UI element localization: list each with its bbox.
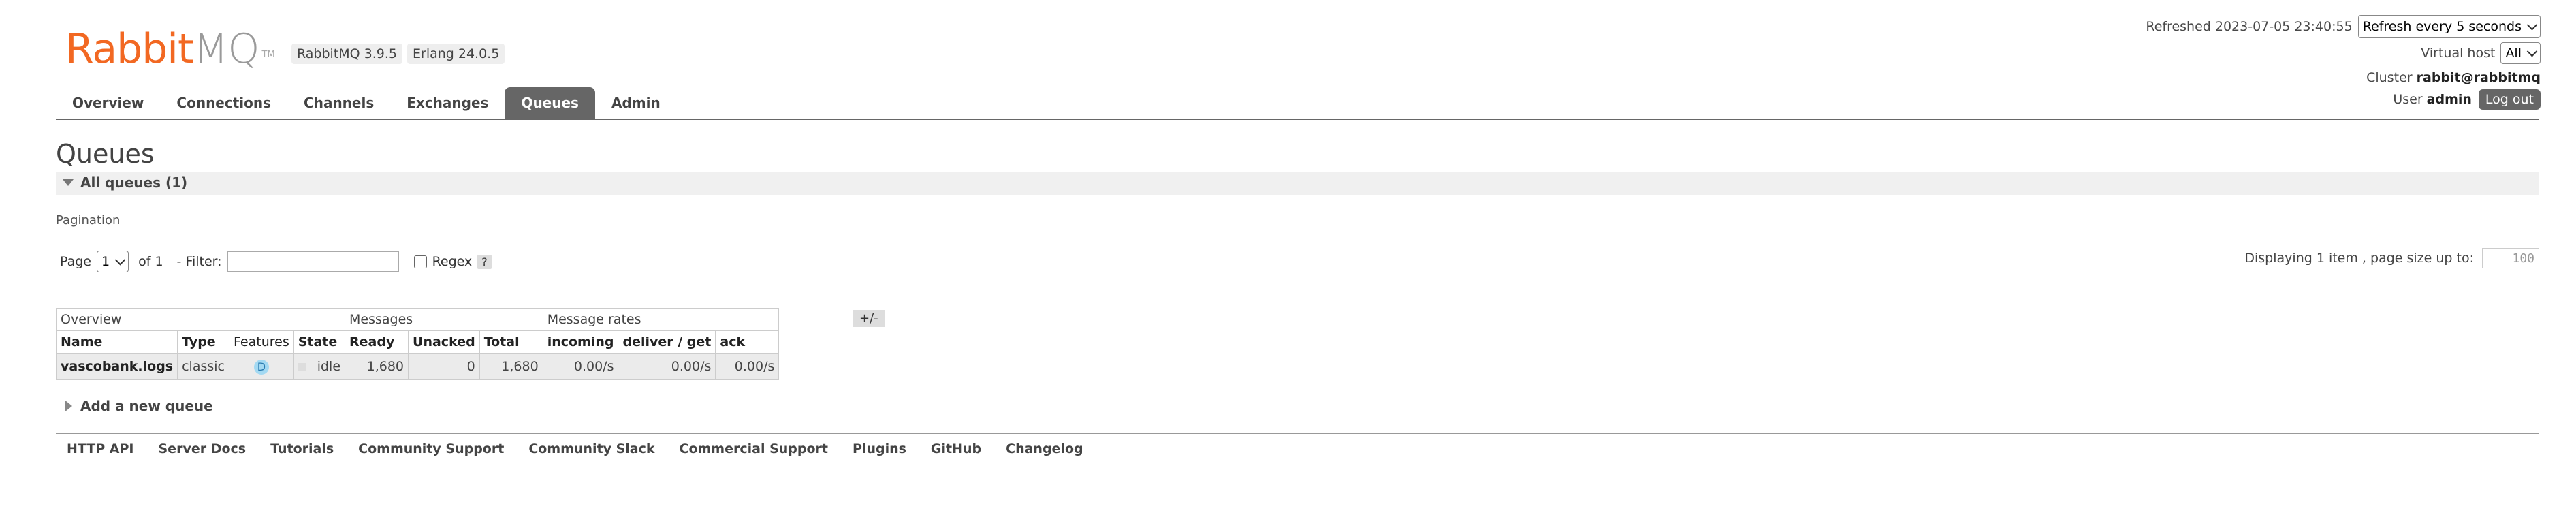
cluster-row: Cluster rabbit@rabbitmq [2366, 70, 2541, 85]
page-count: of 1 [138, 254, 163, 269]
chevron-down-icon [2526, 19, 2538, 30]
chevron-down-icon [2526, 46, 2538, 57]
col-name[interactable]: Name [55, 330, 178, 354]
footer-link-http-api[interactable]: HTTP API [67, 441, 134, 456]
refresh-interval-value: Refresh every 5 seconds [2362, 19, 2522, 34]
group-message-rates: Message rates [542, 308, 780, 331]
erlang-version-badge: Erlang 24.0.5 [407, 44, 505, 64]
table-header-row: Name Type Features State Ready Unacked T… [55, 330, 780, 354]
footer-link-github[interactable]: GitHub [931, 441, 981, 456]
tab-queues[interactable]: Queues [505, 87, 595, 119]
col-type[interactable]: Type [177, 330, 230, 354]
col-ready[interactable]: Ready [345, 330, 409, 354]
col-state[interactable]: State [293, 330, 346, 354]
virtual-host-row: Virtual host All [2421, 42, 2541, 64]
footer-divider [56, 433, 2539, 434]
virtual-host-label: Virtual host [2421, 46, 2496, 61]
page-size-input[interactable]: 100 [2482, 248, 2539, 268]
filter-input[interactable] [227, 251, 399, 272]
queue-state: idle [293, 353, 346, 380]
cluster-name: rabbit@rabbitmq [2416, 70, 2541, 85]
footer-links: HTTP API Server Docs Tutorials Community… [67, 441, 1083, 456]
tab-overview[interactable]: Overview [56, 87, 160, 119]
chevron-down-icon [114, 254, 126, 265]
page-title: Queues [56, 139, 155, 169]
cluster-label: Cluster [2366, 70, 2413, 85]
queue-name-link[interactable]: vascobank.logs [55, 353, 178, 380]
col-deliver-get[interactable]: deliver / get [618, 330, 716, 354]
logo-product: MQ [193, 25, 260, 73]
queue-features: D [229, 353, 294, 380]
table-row[interactable]: vascobank.logs classic D idle 1,680 0 1,… [55, 353, 780, 380]
refresh-interval-select[interactable]: Refresh every 5 seconds [2357, 15, 2541, 38]
virtual-host-value: All [2505, 46, 2522, 61]
pagination-label: Pagination [56, 213, 121, 228]
footer-link-community-support[interactable]: Community Support [358, 441, 504, 456]
regex-help-button[interactable]: ? [477, 254, 492, 269]
footer-link-tutorials[interactable]: Tutorials [270, 441, 334, 456]
col-unacked[interactable]: Unacked [408, 330, 480, 354]
queue-state-text: idle [317, 359, 341, 374]
footer-link-changelog[interactable]: Changelog [1006, 441, 1083, 456]
virtual-host-select[interactable]: All [2500, 42, 2541, 64]
tab-exchanges[interactable]: Exchanges [390, 87, 505, 119]
all-queues-section-toggle[interactable] [56, 172, 2539, 195]
page-select-value: 1 [101, 254, 110, 269]
filter-label: - Filter: [176, 254, 222, 269]
tab-admin[interactable]: Admin [595, 87, 677, 119]
display-count-text: Displaying 1 item , page size up to: [2244, 251, 2474, 266]
footer-link-plugins[interactable]: Plugins [853, 441, 906, 456]
group-overview: Overview [55, 308, 346, 331]
table-group-header-row: Overview Messages Message rates [55, 308, 780, 331]
tab-connections[interactable]: Connections [160, 87, 287, 119]
footer-link-community-slack[interactable]: Community Slack [528, 441, 654, 456]
col-incoming[interactable]: incoming [542, 330, 619, 354]
user-label: User [2393, 92, 2423, 107]
queues-table: Overview Messages Message rates Name Typ… [55, 308, 780, 380]
footer-link-commercial-support[interactable]: Commercial Support [680, 441, 829, 456]
queue-unacked: 0 [408, 353, 480, 380]
logo-tm: TM [261, 50, 275, 60]
col-ack[interactable]: ack [715, 330, 780, 354]
state-indicator-icon [298, 362, 306, 371]
col-features: Features [229, 330, 294, 354]
pagination-controls: Page 1 of 1 - Filter: Regex ? [60, 251, 492, 272]
durable-badge: D [253, 359, 269, 375]
group-messages: Messages [345, 308, 543, 331]
tab-channels[interactable]: Channels [287, 87, 390, 119]
rabbitmq-version-badge: RabbitMQ 3.9.5 [291, 44, 403, 64]
tab-divider [56, 119, 2539, 120]
user-row: User admin Log out [2393, 89, 2541, 110]
queue-type: classic [177, 353, 230, 380]
footer-link-server-docs[interactable]: Server Docs [159, 441, 247, 456]
queue-ack-rate: 0.00/s [715, 353, 780, 380]
add-new-queue-toggle[interactable]: Add a new queue [80, 398, 213, 414]
collapsed-triangle-icon [65, 401, 72, 411]
expanded-triangle-icon [63, 179, 74, 186]
main-nav-tabs: Overview Connections Channels Exchanges … [56, 87, 677, 119]
user-name: admin [2426, 92, 2472, 107]
section-title[interactable]: All queues (1) [80, 174, 187, 191]
queue-deliver-get-rate: 0.00/s [618, 353, 716, 380]
rabbitmq-logo[interactable]: Rabbit MQ TM [65, 25, 275, 69]
column-toggle-button[interactable]: +/- [853, 310, 885, 327]
col-total[interactable]: Total [479, 330, 543, 354]
logo-brand: Rabbit [65, 25, 194, 73]
queue-ready: 1,680 [345, 353, 409, 380]
regex-label: Regex [432, 254, 473, 269]
refreshed-timestamp: Refreshed 2023-07-05 23:40:55 [2146, 19, 2353, 34]
display-info: Displaying 1 item , page size up to: 100 [2244, 248, 2539, 268]
page-select[interactable]: 1 [97, 251, 129, 272]
regex-checkbox[interactable] [413, 255, 427, 268]
queue-total: 1,680 [479, 353, 543, 380]
queue-incoming-rate: 0.00/s [542, 353, 619, 380]
page-label: Page [60, 254, 91, 269]
logout-button[interactable]: Log out [2478, 89, 2541, 110]
refresh-row: Refreshed 2023-07-05 23:40:55 Refresh ev… [2146, 15, 2541, 38]
